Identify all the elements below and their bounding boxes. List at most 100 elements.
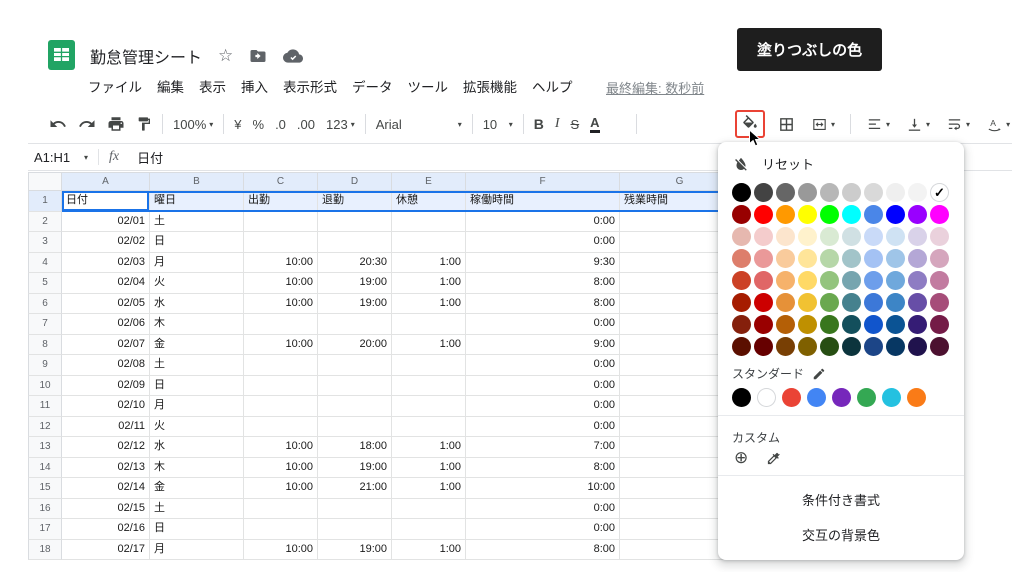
row-header-12[interactable]: 12 — [28, 416, 62, 437]
color-swatch[interactable] — [754, 227, 773, 246]
color-swatch[interactable] — [842, 271, 861, 290]
color-swatch[interactable] — [798, 183, 817, 202]
color-swatch[interactable] — [864, 337, 883, 356]
cell-B4[interactable]: 月 — [150, 252, 244, 273]
color-swatch[interactable] — [930, 205, 949, 224]
vertical-align-button[interactable]: ▾ — [903, 111, 933, 137]
menu-item[interactable]: ツール — [408, 76, 449, 96]
cell-B11[interactable]: 月 — [150, 396, 244, 417]
cell-B5[interactable]: 火 — [150, 273, 244, 294]
row-header-11[interactable]: 11 — [28, 396, 62, 417]
cell-B18[interactable]: 月 — [150, 539, 244, 560]
row-header-7[interactable]: 7 — [28, 314, 62, 335]
color-swatch[interactable] — [798, 205, 817, 224]
column-header-F[interactable]: F — [466, 172, 620, 191]
cell-D13[interactable]: 18:00 — [318, 437, 392, 458]
color-swatch[interactable] — [732, 271, 751, 290]
row-header-17[interactable]: 17 — [28, 519, 62, 540]
row-header-2[interactable]: 2 — [28, 211, 62, 232]
cell-B8[interactable]: 金 — [150, 334, 244, 355]
column-header-B[interactable]: B — [150, 172, 244, 191]
cell-E15[interactable]: 1:00 — [392, 478, 466, 499]
undo-button[interactable] — [46, 111, 70, 137]
cell-B6[interactable]: 水 — [150, 293, 244, 314]
cell-D2[interactable] — [318, 211, 392, 232]
color-swatch[interactable] — [864, 183, 883, 202]
color-swatch[interactable] — [754, 249, 773, 268]
color-swatch[interactable] — [842, 205, 861, 224]
grid-corner[interactable] — [28, 172, 62, 191]
cell-C1[interactable]: 出勤 — [244, 191, 318, 212]
paint-format-button[interactable] — [133, 111, 155, 137]
cell-E5[interactable]: 1:00 — [392, 273, 466, 294]
color-swatch[interactable] — [732, 293, 751, 312]
cell-B2[interactable]: 土 — [150, 211, 244, 232]
cell-C13[interactable]: 10:00 — [244, 437, 318, 458]
cell-C7[interactable] — [244, 314, 318, 335]
cell-D8[interactable]: 20:00 — [318, 334, 392, 355]
cell-E6[interactable]: 1:00 — [392, 293, 466, 314]
cell-F15[interactable]: 10:00 — [466, 478, 620, 499]
horizontal-align-button[interactable]: ▾ — [863, 111, 893, 137]
format-percent-button[interactable]: % — [250, 111, 268, 137]
color-swatch[interactable] — [886, 249, 905, 268]
cell-E12[interactable] — [392, 416, 466, 437]
color-swatch[interactable] — [864, 271, 883, 290]
cell-A12[interactable]: 02/11 — [62, 416, 150, 437]
color-swatch[interactable] — [820, 183, 839, 202]
standard-color-swatch[interactable] — [857, 388, 876, 407]
cell-C18[interactable]: 10:00 — [244, 539, 318, 560]
cell-C14[interactable]: 10:00 — [244, 457, 318, 478]
cell-A9[interactable]: 02/08 — [62, 355, 150, 376]
cell-A4[interactable]: 02/03 — [62, 252, 150, 273]
menu-item[interactable]: 拡張機能 — [463, 76, 517, 96]
eyedropper-icon[interactable] — [766, 451, 781, 466]
cell-B1[interactable]: 曜日 — [150, 191, 244, 212]
cell-E18[interactable]: 1:00 — [392, 539, 466, 560]
cell-B9[interactable]: 土 — [150, 355, 244, 376]
row-header-10[interactable]: 10 — [28, 375, 62, 396]
row-header-6[interactable]: 6 — [28, 293, 62, 314]
cell-F5[interactable]: 8:00 — [466, 273, 620, 294]
standard-color-swatch[interactable] — [832, 388, 851, 407]
text-rotation-button[interactable]: A ▾ — [983, 111, 1013, 137]
row-header-3[interactable]: 3 — [28, 232, 62, 253]
zoom-select[interactable]: 100% ▾ — [170, 111, 216, 137]
row-header-8[interactable]: 8 — [28, 334, 62, 355]
color-swatch[interactable] — [908, 249, 927, 268]
cell-F14[interactable]: 8:00 — [466, 457, 620, 478]
number-format-button[interactable]: 123 ▾ — [323, 111, 358, 137]
cell-B3[interactable]: 日 — [150, 232, 244, 253]
color-swatch[interactable] — [886, 205, 905, 224]
cell-B10[interactable]: 日 — [150, 375, 244, 396]
cell-D9[interactable] — [318, 355, 392, 376]
cell-C16[interactable] — [244, 498, 318, 519]
cell-E7[interactable] — [392, 314, 466, 335]
cell-E3[interactable] — [392, 232, 466, 253]
cell-D11[interactable] — [318, 396, 392, 417]
color-swatch[interactable]: ✓ — [930, 183, 949, 202]
document-title[interactable]: 勤怠管理シート — [90, 44, 202, 68]
color-swatch[interactable] — [864, 315, 883, 334]
cell-C10[interactable] — [244, 375, 318, 396]
color-swatch[interactable] — [908, 337, 927, 356]
cell-B17[interactable]: 日 — [150, 519, 244, 540]
move-folder-button[interactable] — [249, 47, 267, 65]
row-header-9[interactable]: 9 — [28, 355, 62, 376]
color-swatch[interactable] — [886, 227, 905, 246]
cell-C6[interactable]: 10:00 — [244, 293, 318, 314]
column-header-D[interactable]: D — [318, 172, 392, 191]
color-swatch[interactable] — [842, 337, 861, 356]
format-currency-button[interactable]: ¥ — [231, 111, 244, 137]
color-swatch[interactable] — [732, 183, 751, 202]
row-header-13[interactable]: 13 — [28, 437, 62, 458]
cell-C5[interactable]: 10:00 — [244, 273, 318, 294]
row-header-1[interactable]: 1 — [28, 191, 62, 212]
color-swatch[interactable] — [776, 293, 795, 312]
menu-item[interactable]: 編集 — [157, 76, 184, 96]
cell-D1[interactable]: 退勤 — [318, 191, 392, 212]
cell-E2[interactable] — [392, 211, 466, 232]
cell-A2[interactable]: 02/01 — [62, 211, 150, 232]
color-swatch[interactable] — [798, 337, 817, 356]
color-swatch[interactable] — [820, 293, 839, 312]
